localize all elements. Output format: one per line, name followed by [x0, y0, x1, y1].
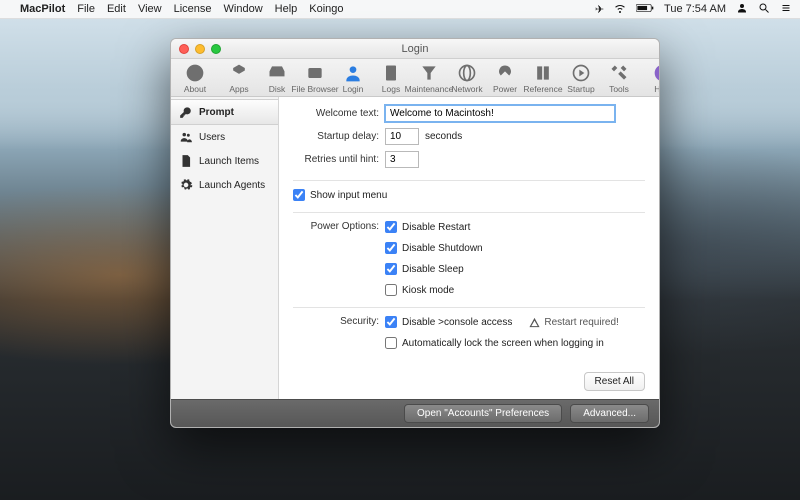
- toolbar-about-label: About: [184, 84, 206, 94]
- toolbar-login[interactable]: Login: [337, 63, 369, 94]
- disable-sleep-checkbox[interactable]: [385, 263, 397, 275]
- document-icon: [179, 154, 193, 168]
- content-pane: Welcome text: Startup delay: seconds Ret…: [279, 97, 659, 399]
- open-accounts-button[interactable]: Open "Accounts" Preferences: [404, 404, 562, 423]
- window-title: Login: [171, 43, 659, 55]
- warning-icon: [529, 317, 540, 328]
- retries-input[interactable]: [385, 151, 419, 168]
- users-icon: [179, 130, 193, 144]
- show-input-menu-label: Show input menu: [310, 190, 387, 201]
- menu-view[interactable]: View: [138, 3, 162, 15]
- toolbar-startup[interactable]: Startup: [565, 63, 597, 94]
- app-window: Login About Apps Disk File Browser Login…: [170, 38, 660, 428]
- sidebar-item-prompt[interactable]: Prompt: [171, 99, 278, 125]
- sidebar-item-launch-agents[interactable]: Launch Agents: [171, 173, 278, 197]
- user-icon[interactable]: [736, 2, 748, 17]
- toolbar-filebrowser[interactable]: File Browser: [299, 63, 331, 94]
- reset-all-button[interactable]: Reset All: [584, 372, 645, 391]
- disable-restart-checkbox[interactable]: [385, 221, 397, 233]
- startup-delay-label: Startup delay:: [293, 131, 379, 142]
- startup-delay-input[interactable]: [385, 128, 419, 145]
- toolbar: About Apps Disk File Browser Login Logs …: [171, 59, 659, 97]
- toolbar-disk[interactable]: Disk: [261, 63, 293, 94]
- welcome-text-input[interactable]: [385, 105, 615, 122]
- autolock-checkbox[interactable]: [385, 337, 397, 349]
- toolbar-network[interactable]: Network: [451, 63, 483, 94]
- menu-file[interactable]: File: [77, 3, 95, 15]
- toolbar-about[interactable]: About: [179, 63, 211, 94]
- battery-icon[interactable]: [636, 3, 654, 16]
- startup-delay-unit: seconds: [425, 131, 462, 142]
- menubar-clock[interactable]: Tue 7:54 AM: [664, 3, 726, 15]
- wifi-icon[interactable]: [614, 2, 626, 17]
- menu-edit[interactable]: Edit: [107, 3, 126, 15]
- sidebar-item-users[interactable]: Users: [171, 125, 278, 149]
- sidebar: Prompt Users Launch Items Launch Agents: [171, 97, 279, 399]
- gear-icon: [179, 178, 193, 192]
- toolbar-logs[interactable]: Logs: [375, 63, 407, 94]
- toolbar-reference[interactable]: Reference: [527, 63, 559, 94]
- sidebar-item-launch-items[interactable]: Launch Items: [171, 149, 278, 173]
- advanced-button[interactable]: Advanced...: [570, 404, 649, 423]
- notification-icon[interactable]: [780, 2, 792, 17]
- toolbar-power[interactable]: Power: [489, 63, 521, 94]
- app-menu[interactable]: MacPilot: [20, 3, 65, 15]
- disable-shutdown-checkbox[interactable]: [385, 242, 397, 254]
- menu-koingo[interactable]: Koingo: [309, 3, 343, 15]
- disable-console-checkbox[interactable]: [385, 316, 397, 328]
- key-icon: [179, 105, 193, 119]
- toolbar-maintenance[interactable]: Maintenance: [413, 63, 445, 94]
- menu-help[interactable]: Help: [275, 3, 298, 15]
- welcome-label: Welcome text:: [293, 108, 379, 119]
- toolbar-tools[interactable]: Tools: [603, 63, 635, 94]
- toolbar-help[interactable]: ? Help: [647, 63, 660, 94]
- wifi-extras-icon[interactable]: ✈︎: [595, 3, 604, 16]
- restart-required-badge: Restart required!: [529, 317, 618, 328]
- security-label: Security:: [293, 316, 379, 327]
- retries-label: Retries until hint:: [293, 154, 379, 165]
- power-options-label: Power Options:: [293, 221, 379, 232]
- spotlight-icon[interactable]: [758, 2, 770, 17]
- system-menubar: MacPilot File Edit View License Window H…: [0, 0, 800, 19]
- menu-window[interactable]: Window: [224, 3, 263, 15]
- titlebar[interactable]: Login: [171, 39, 659, 59]
- menu-license[interactable]: License: [174, 3, 212, 15]
- toolbar-apps[interactable]: Apps: [223, 63, 255, 94]
- footer-bar: Open "Accounts" Preferences Advanced...: [171, 399, 659, 427]
- show-input-menu-checkbox[interactable]: [293, 189, 305, 201]
- kiosk-checkbox[interactable]: [385, 284, 397, 296]
